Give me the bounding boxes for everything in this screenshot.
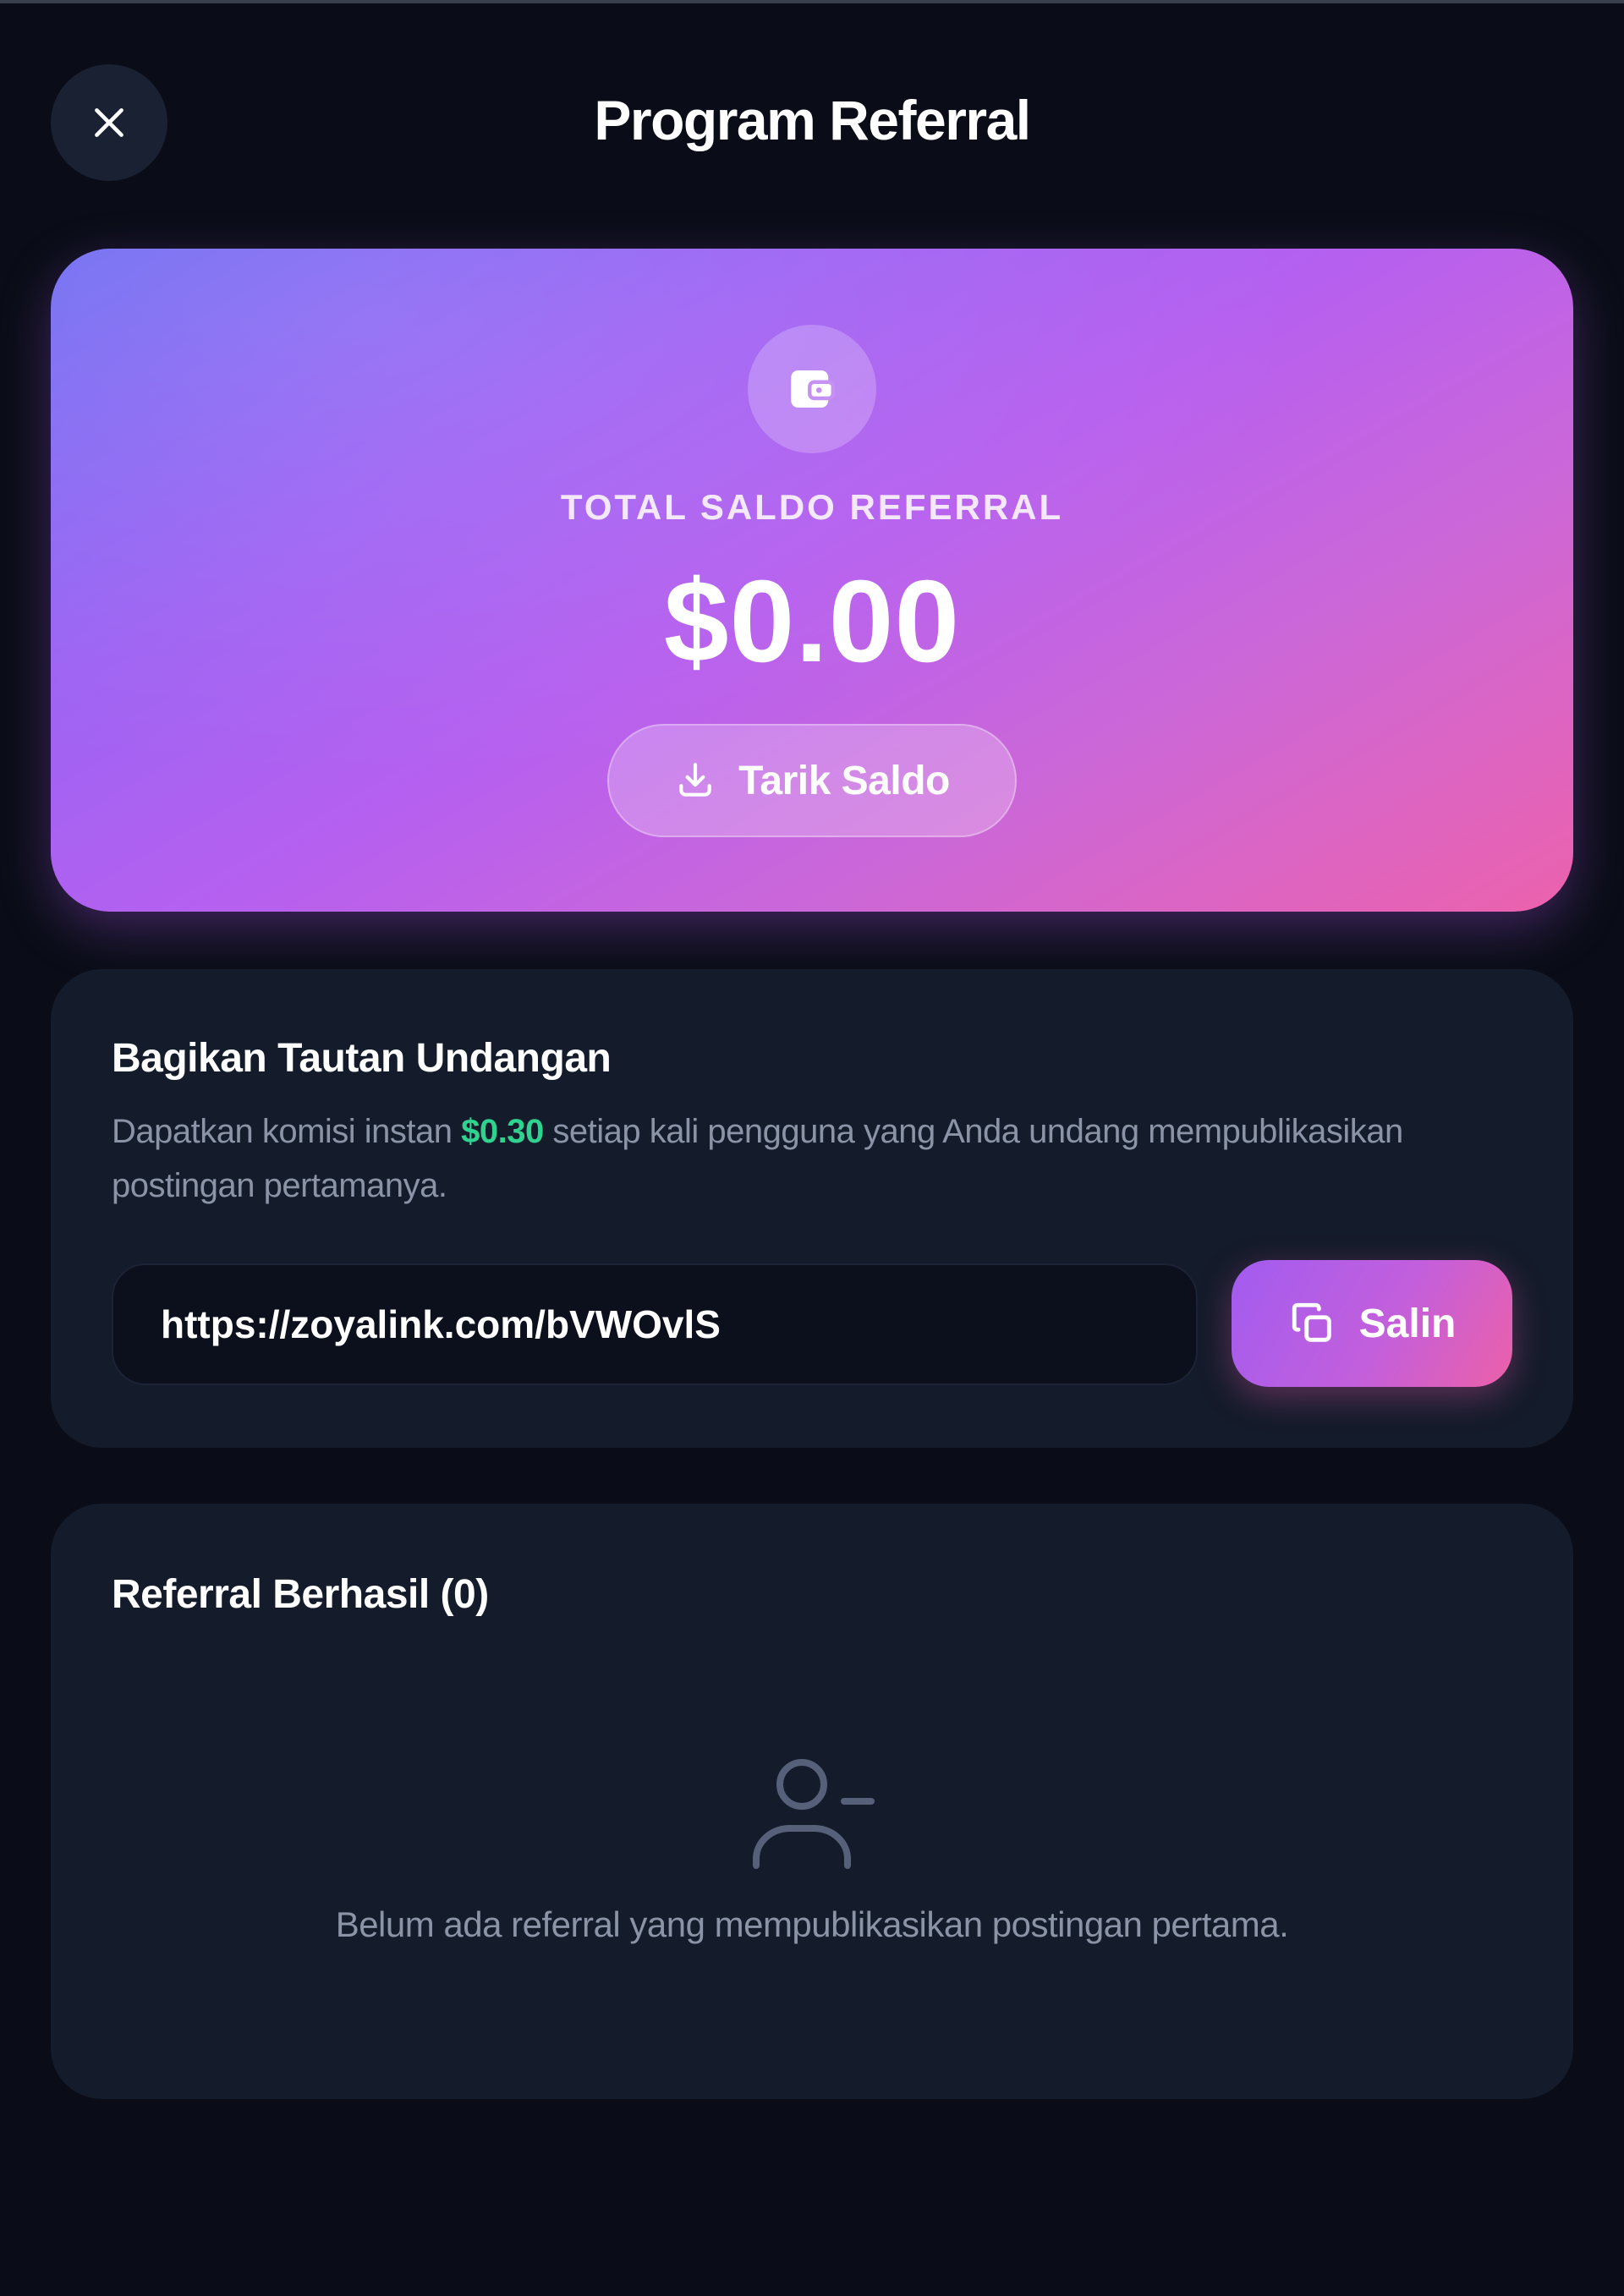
commission-amount: $0.30 — [461, 1113, 544, 1150]
wallet-badge — [748, 325, 876, 453]
balance-amount: $0.00 — [663, 556, 961, 687]
download-icon — [679, 763, 711, 797]
page-title: Program Referral — [594, 89, 1031, 151]
balance-card: TOTAL SALDO REFERRAL $0.00 Tarik Saldo — [51, 249, 1573, 912]
copy-icon — [1292, 1302, 1331, 1342]
referrals-title: Referral Berhasil (0) — [112, 1572, 489, 1617]
copy-button[interactable]: Salin — [1232, 1260, 1512, 1387]
share-desc-start: Dapatkan komisi instan — [112, 1113, 462, 1150]
referral-link-field[interactable]: https://zoyalink.com/bVWOvlS — [112, 1263, 1198, 1385]
top-divider — [0, 0, 1624, 3]
empty-state-text: Belum ada referral yang mempublikasikan … — [335, 1904, 1289, 1944]
balance-label: TOTAL SALDO REFERRAL — [560, 487, 1064, 527]
withdraw-button[interactable]: Tarik Saldo — [607, 724, 1017, 837]
wallet-icon — [791, 370, 835, 408]
withdraw-label: Tarik Saldo — [738, 758, 950, 803]
referral-page: Program Referral TOTAL SALDO REFERRAL $0… — [0, 0, 1624, 2296]
share-description: Dapatkan komisi instan $0.30 setiap kali… — [112, 1104, 1482, 1213]
share-title: Bagikan Tautan Undangan — [112, 1036, 612, 1081]
share-link-card: Bagikan Tautan Undangan Dapatkan komisi … — [51, 969, 1573, 1448]
user-minus-icon — [753, 1759, 875, 1869]
copy-label: Salin — [1358, 1301, 1457, 1346]
successful-referrals-card: Referral Berhasil (0) Belum ada referral… — [51, 1504, 1573, 2099]
